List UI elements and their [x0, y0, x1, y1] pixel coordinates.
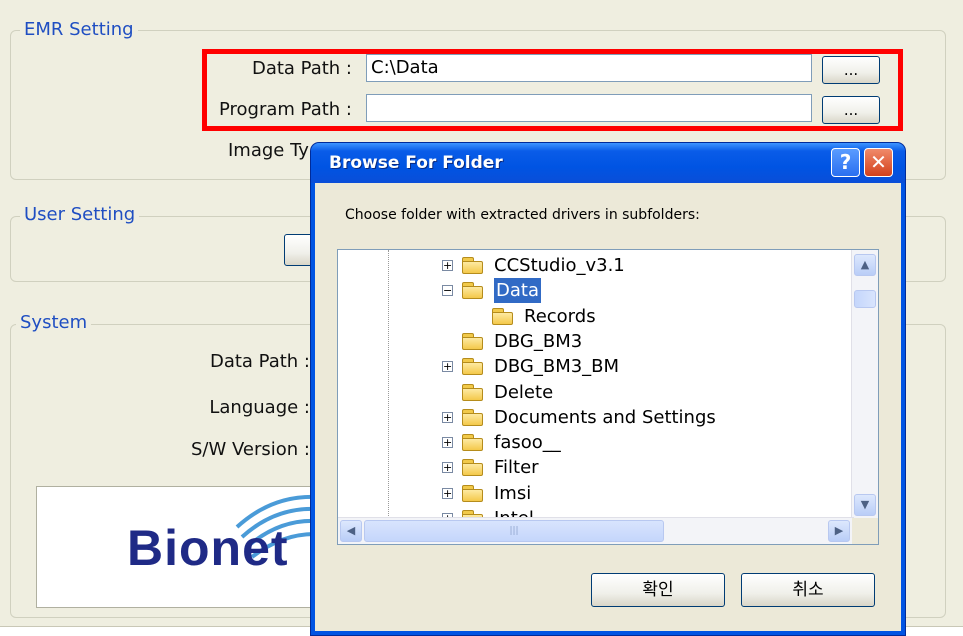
vertical-scrollbar[interactable]: ▲ ▼: [851, 250, 878, 518]
tree-guide-line: [388, 250, 390, 520]
logo-panel: Bionet: [36, 486, 318, 608]
red-highlight-box: [202, 49, 903, 131]
horizontal-scroll-thumb[interactable]: |||: [364, 520, 664, 542]
bionet-logo: Bionet: [127, 520, 289, 576]
scroll-right-button[interactable]: ▶: [828, 520, 850, 542]
tree-expander-icon[interactable]: −: [442, 285, 453, 297]
tree-expander-icon[interactable]: +: [442, 437, 453, 449]
close-button[interactable]: ✕: [864, 148, 893, 177]
language-label: Language :: [209, 397, 310, 418]
tree-item-delete[interactable]: Delete: [494, 380, 553, 405]
tree-expander-icon[interactable]: +: [442, 487, 453, 499]
scroll-left-button[interactable]: ◀: [340, 520, 362, 542]
tree-item-fasoo[interactable]: fasoo__: [494, 430, 561, 455]
tree-expander-icon[interactable]: +: [442, 411, 453, 423]
dialog-title: Browse For Folder: [329, 153, 503, 173]
browse-folder-dialog: Browse For Folder ? ✕ Choose folder with…: [311, 143, 905, 635]
folder-tree[interactable]: + CCStudio_v3.1 − Data Records DBG_BM3 + DBG_BM…: [337, 249, 879, 545]
dialog-instruction: Choose folder with extracted drivers in …: [345, 207, 700, 223]
user-setting-title: User Setting: [20, 205, 140, 225]
dialog-client-area: Choose folder with extracted drivers in …: [315, 183, 901, 631]
folder-icon: [492, 307, 514, 325]
folder-icon: [462, 332, 484, 350]
tree-expander-icon[interactable]: +: [442, 260, 453, 271]
tree-item-dbg-bm3[interactable]: DBG_BM3: [494, 329, 582, 354]
tree-item-filter[interactable]: Filter: [494, 455, 539, 480]
folder-icon: [462, 358, 484, 376]
tree-item-records[interactable]: Records: [524, 304, 596, 329]
scroll-up-button[interactable]: ▲: [854, 254, 876, 276]
tree-expander-icon[interactable]: +: [442, 361, 453, 373]
tree-item-documents-and-settings[interactable]: Documents and Settings: [494, 405, 716, 430]
cancel-button[interactable]: 취소: [741, 573, 875, 607]
folder-icon: [462, 459, 484, 477]
ok-button[interactable]: 확인: [591, 573, 725, 607]
folder-icon: [462, 408, 484, 426]
folder-icon: [462, 257, 484, 274]
folder-icon: [462, 282, 484, 300]
scrollbar-corner: [852, 518, 878, 544]
scroll-down-button[interactable]: ▼: [854, 494, 876, 516]
dialog-titlebar[interactable]: Browse For Folder ? ✕: [311, 143, 905, 183]
folder-icon: [462, 484, 484, 502]
horizontal-scrollbar[interactable]: ◀ ||| ▶: [338, 517, 854, 544]
tree-item-data[interactable]: Data: [494, 278, 541, 304]
tree-expander-icon[interactable]: +: [442, 462, 453, 474]
tree-item-dbg-bm3-bm[interactable]: DBG_BM3_BM: [494, 354, 619, 379]
folder-icon: [462, 434, 484, 452]
sw-version-label: S/W Version :: [191, 439, 310, 460]
tree-item-imsi[interactable]: Imsi: [494, 481, 531, 506]
system-data-path-label: Data Path :: [209, 351, 310, 372]
folder-icon: [462, 383, 484, 401]
emr-setting-title: EMR Setting: [20, 20, 138, 40]
help-button[interactable]: ?: [831, 148, 860, 177]
tree-item-ccstudio-v3-1[interactable]: CCStudio_v3.1: [494, 253, 625, 278]
system-title: System: [16, 313, 92, 333]
vertical-scroll-thumb[interactable]: [854, 290, 876, 308]
image-type-label: Image Ty: [228, 140, 309, 161]
